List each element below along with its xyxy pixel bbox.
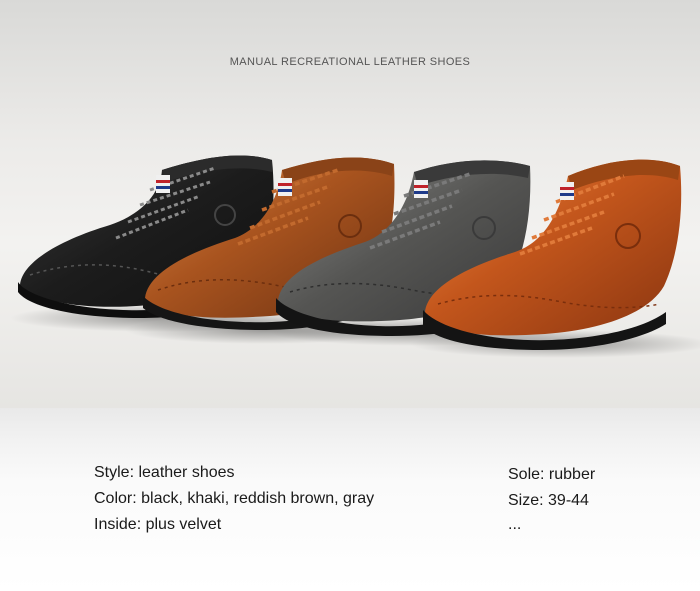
spec-more: ...	[508, 516, 522, 533]
spec-size: Size: 39-44	[508, 492, 589, 509]
product-specs: Style: leather shoes Color: black, khaki…	[0, 408, 700, 591]
product-photo	[10, 155, 700, 358]
spec-style: Style: leather shoes	[94, 464, 235, 481]
product-banner: MANUAL RECREATIONAL LEATHER SHOES	[0, 0, 700, 408]
spec-sole: Sole: rubber	[508, 466, 596, 483]
spec-inside: Inside: plus velvet	[94, 516, 222, 533]
product-detail-page: MANUAL RECREATIONAL LEATHER SHOES Style:…	[0, 0, 700, 591]
spec-color: Color: black, khaki, reddish brown, gray	[94, 490, 375, 507]
